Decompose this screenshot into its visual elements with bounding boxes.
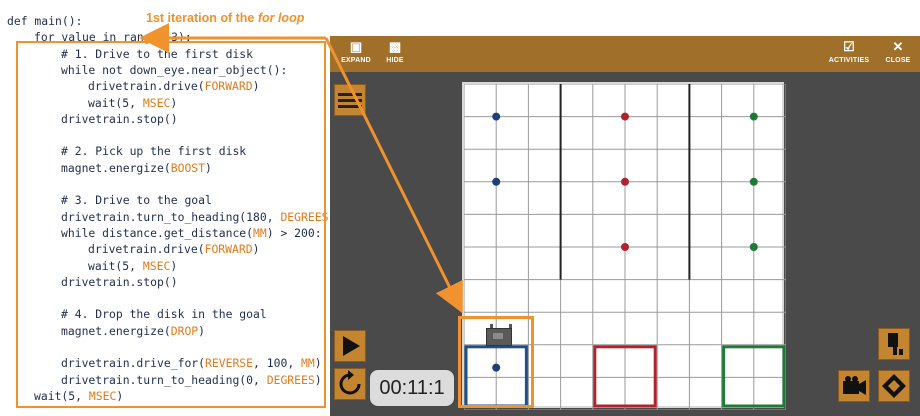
close-label: CLOSE — [885, 57, 911, 64]
timer-display: 00:11:1 — [370, 370, 454, 406]
disk — [621, 177, 629, 186]
code-panel: def main(): for value in range (3): # 1. D… — [0, 0, 335, 416]
close-button[interactable]: ✕ CLOSE — [884, 40, 912, 68]
code-line: drivetrain.stop() — [61, 111, 178, 126]
code-line: magnet.energize(BOOST) — [61, 160, 212, 175]
code-line: drivetrain.drive(FORWARD) — [88, 242, 260, 257]
reset-icon — [339, 370, 361, 395]
code-line: magnet.energize(DROP) — [61, 323, 206, 338]
toolbar: ▣ EXPAND ▩ HIDE ☑ ACTIVITIES ✕ CLOSE — [330, 36, 920, 72]
camera-angle-icon — [882, 374, 906, 398]
view-toggle-button[interactable] — [878, 370, 910, 402]
hide-label: HIDE — [386, 57, 404, 64]
menu-button[interactable] — [334, 84, 366, 116]
disk — [621, 243, 629, 251]
disk — [749, 112, 758, 121]
expand-button[interactable]: ▣ EXPAND — [338, 40, 374, 68]
code-line: drivetrain.drive_for(REVERSE, 100, MM) — [61, 356, 322, 371]
play-button[interactable] — [334, 330, 366, 362]
code-line: def main(): — [7, 14, 83, 28]
code-line: drivetrain.stop() — [61, 274, 178, 289]
code-line: drivetrain.turn_to_heading(0, DEGREES) — [61, 372, 322, 387]
hide-button[interactable]: ▩ HIDE — [382, 40, 408, 68]
camera-button[interactable] — [838, 370, 870, 402]
activities-label: ACTIVITIES — [828, 57, 870, 64]
activities-icon: ☑ — [843, 39, 855, 54]
code-line: wait(5, MSEC) — [88, 95, 178, 110]
video-camera-icon — [843, 376, 866, 395]
disk — [492, 112, 501, 121]
code-line: wait(5, MSEC) — [88, 258, 178, 273]
robot — [486, 324, 512, 346]
reset-button[interactable] — [334, 368, 366, 400]
close-icon: ✕ — [892, 39, 904, 54]
disk — [621, 112, 629, 121]
robot-arm-icon — [888, 333, 903, 355]
hide-icon: ▩ — [388, 39, 402, 54]
code-line: while not down_eye.near_object(): — [61, 62, 288, 77]
code-line: # 3. Drive to the goal — [61, 193, 212, 208]
code-line: # 1. Drive to the first disk — [61, 46, 254, 61]
code-line: for value in range (3): — [34, 30, 192, 45]
play-icon — [343, 336, 360, 356]
code-line: # 4. Drop the disk in the goal — [61, 307, 267, 322]
code-line: wait(5, MSEC) — [34, 388, 124, 403]
code-line: while distance.get_distance(MM) > 200: — [61, 225, 322, 240]
disk — [749, 177, 758, 186]
expand-label: EXPAND — [341, 57, 371, 64]
activities-button[interactable]: ☑ ACTIVITIES — [824, 40, 874, 68]
iteration-annotation: 1st iteration of the for loop — [146, 11, 305, 25]
expand-icon: ▣ — [349, 39, 363, 54]
code-line: drivetrain.drive(FORWARD) — [88, 79, 260, 94]
code-line: drivetrain.turn_to_heading(180, DEGREES) — [61, 209, 335, 224]
disk — [749, 243, 758, 251]
code-line: # 2. Pick up the first disk — [61, 144, 247, 159]
disk — [492, 177, 501, 186]
robot-view-button[interactable] — [878, 328, 910, 360]
menu-icon — [338, 93, 362, 108]
